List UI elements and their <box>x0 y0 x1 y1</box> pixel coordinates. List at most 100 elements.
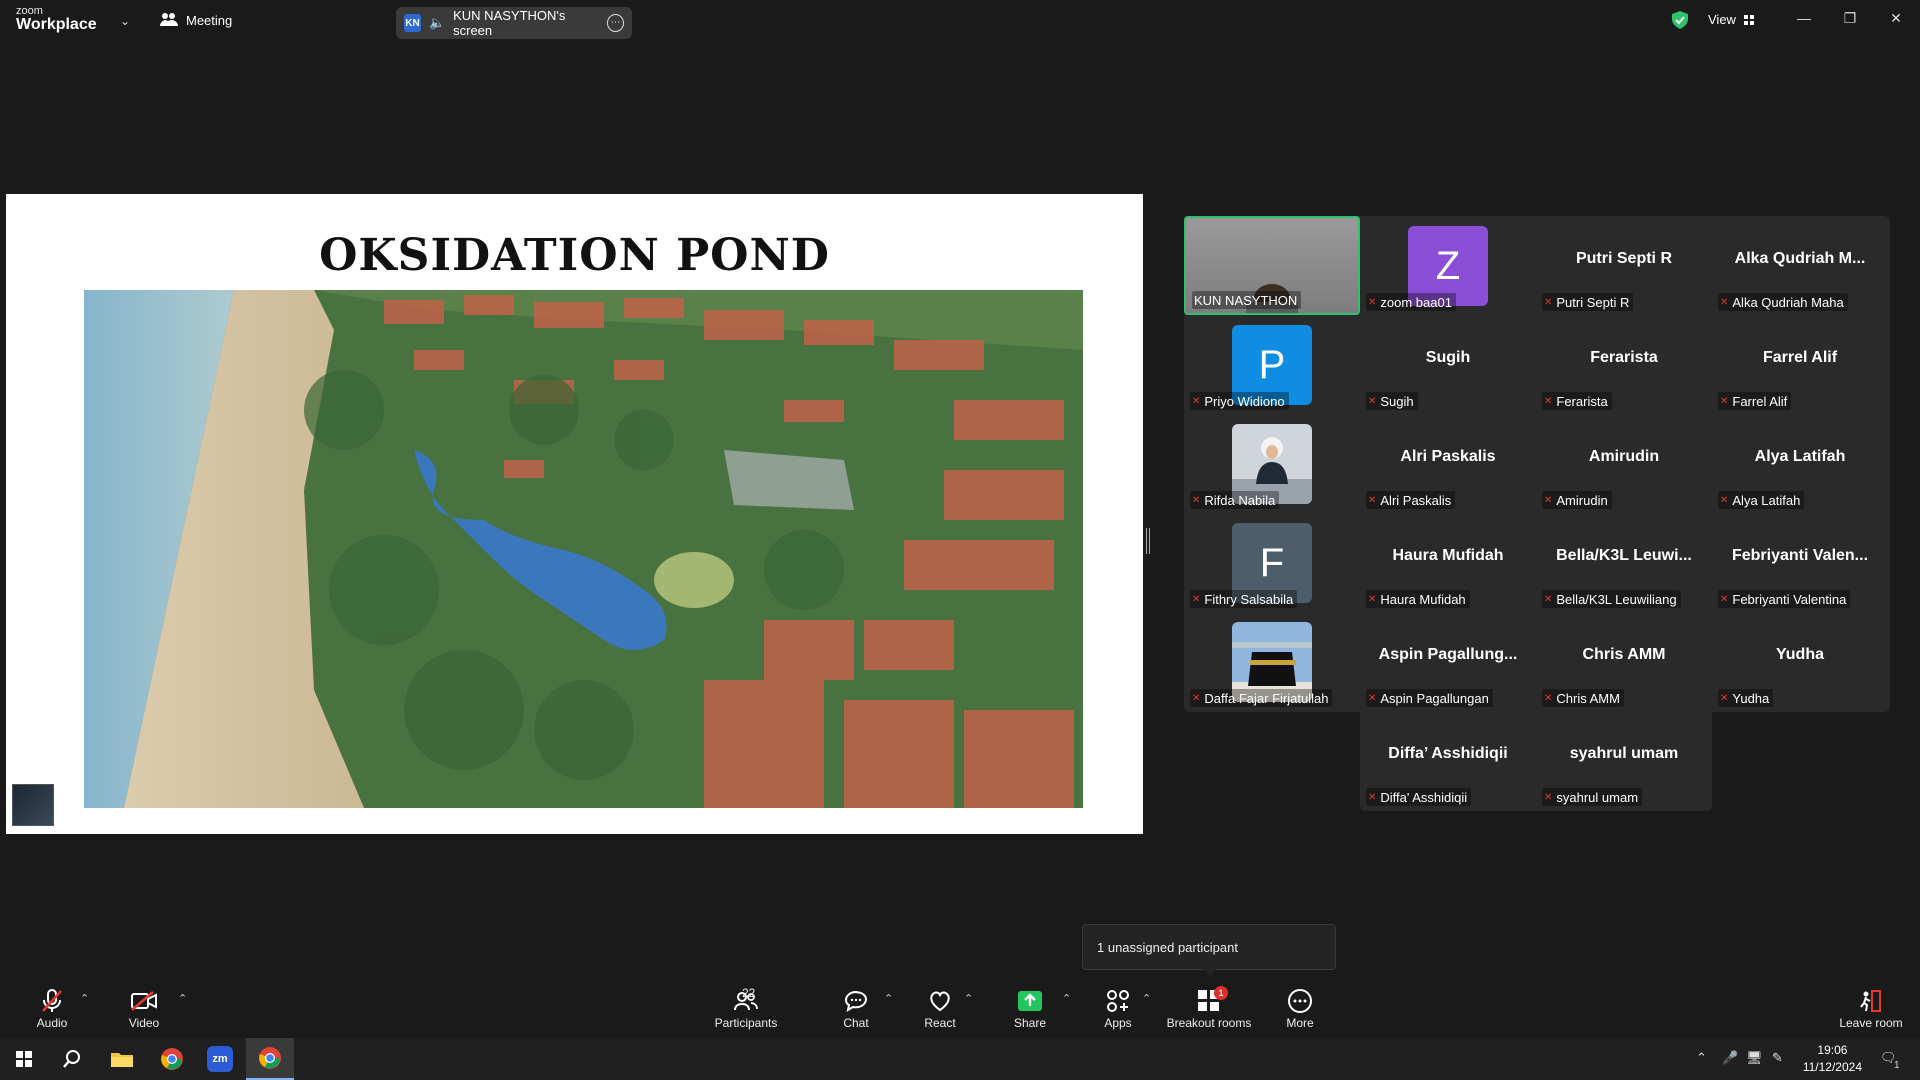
participants-count: 22 <box>742 986 756 1000</box>
tray-overflow-chevron-icon[interactable]: ⌃ <box>1696 1050 1707 1066</box>
apps-options-caret-icon[interactable]: ⌃ <box>1142 992 1151 1005</box>
participant-name-label: ✕ Rifda Nabila <box>1190 491 1280 509</box>
chevron-down-icon[interactable]: ⌄ <box>120 14 130 28</box>
participant-tile[interactable]: P ✕ Priyo Widiono <box>1184 315 1360 414</box>
participant-tile[interactable]: Alka Qudriah M... ✕ Alka Qudriah Maha <box>1712 216 1888 315</box>
mic-muted-icon: ✕ <box>1192 395 1201 407</box>
shared-screen[interactable]: OKSIDATION POND <box>6 194 1143 834</box>
audio-button[interactable]: Audio <box>28 988 76 1030</box>
participant-tile[interactable]: Farrel Alif ✕ Farrel Alif <box>1712 315 1888 414</box>
participant-tile[interactable]: KUN NASYTHON <box>1184 216 1360 315</box>
view-button[interactable]: View <box>1708 12 1754 27</box>
participant-tile[interactable]: Alri Paskalis ✕ Alri Paskalis <box>1360 414 1536 513</box>
more-label: More <box>1286 1016 1314 1030</box>
tray-microphone-icon[interactable]: 🎤 <box>1722 1050 1738 1066</box>
participant-name-label: ✕ Bella/K3L Leuwiliang <box>1542 590 1681 608</box>
participant-display-name: Putri Septi R <box>1575 250 1672 267</box>
participant-tile[interactable]: Diffa’ Asshidiqii ✕ Diffa' Asshidiqii <box>1360 711 1536 810</box>
participant-tile[interactable]: Sugih ✕ Sugih <box>1360 315 1536 414</box>
participant-name-label: ✕ Ferarista <box>1542 392 1612 410</box>
security-shield-icon[interactable] <box>1672 11 1688 29</box>
participant-tile[interactable]: Bella/K3L Leuwi... ✕ Bella/K3L Leuwiliang <box>1536 513 1712 612</box>
zoom-app-icon[interactable]: zm <box>196 1038 244 1080</box>
participant-tile[interactable]: F ✕ Fithry Salsabila <box>1184 513 1360 612</box>
participant-name-label: ✕ Sugih <box>1366 392 1418 410</box>
windows-start-icon[interactable] <box>0 1038 48 1080</box>
participant-tile[interactable]: Z ✕ zoom baa01 <box>1360 216 1536 315</box>
share-options-caret-icon[interactable]: ⌃ <box>1062 992 1071 1005</box>
participant-name: Alya Latifah <box>1732 492 1801 508</box>
chrome-icon[interactable] <box>148 1038 196 1080</box>
resize-splitter[interactable] <box>1146 528 1150 554</box>
participant-name-label: ✕ Alya Latifah <box>1718 491 1805 509</box>
share-button[interactable]: Share <box>1006 988 1054 1030</box>
tray-network-icon[interactable]: 🖥 <box>1746 1050 1763 1066</box>
participant-tile[interactable]: Yudha ✕ Yudha <box>1712 612 1888 711</box>
participant-name-label: ✕ Alri Paskalis <box>1366 491 1456 509</box>
taskbar-clock[interactable]: 19:06 11/12/2024 <box>1803 1042 1862 1076</box>
video-button[interactable]: Video <box>120 988 168 1030</box>
title-bar: zoom Workplace ⌄ Meeting KN 🔈 KUN NASYTH… <box>0 0 1920 44</box>
video-options-caret-icon[interactable]: ⌃ <box>178 992 187 1005</box>
leave-room-button[interactable]: Leave room <box>1836 988 1906 1030</box>
mic-muted-icon: ✕ <box>1192 494 1201 506</box>
file-explorer-icon[interactable] <box>98 1038 146 1080</box>
mic-muted-icon: ✕ <box>1368 791 1377 803</box>
participant-name: Sugih <box>1380 393 1414 409</box>
video-label: Video <box>128 1016 160 1030</box>
apps-button[interactable]: Apps <box>1096 988 1140 1030</box>
participant-display-name: Yudha <box>1775 646 1824 663</box>
participant-tile[interactable]: Alya Latifah ✕ Alya Latifah <box>1712 414 1888 513</box>
restore-icon[interactable]: ❐ <box>1840 10 1860 27</box>
presenter-initials: KN <box>404 14 421 32</box>
participant-tile[interactable]: Febriyanti Valen... ✕ Febriyanti Valentina <box>1712 513 1888 612</box>
close-icon[interactable]: ✕ <box>1886 10 1906 27</box>
more-button[interactable]: More <box>1278 988 1322 1030</box>
meeting-info-button[interactable]: Meeting <box>160 12 232 28</box>
mic-muted-icon: ✕ <box>1544 692 1553 704</box>
participant-tile[interactable]: Haura Mufidah ✕ Haura Mufidah <box>1360 513 1536 612</box>
presenter-thumbnail <box>12 784 54 826</box>
react-button[interactable]: React <box>918 988 962 1030</box>
clock-date: 11/12/2024 <box>1802 1060 1862 1074</box>
participant-display-name: Bella/K3L Leuwi... <box>1556 547 1692 564</box>
chrome-active-window-icon[interactable] <box>246 1038 294 1080</box>
participant-tile[interactable]: Amirudin ✕ Amirudin <box>1536 414 1712 513</box>
participant-display-name: Alka Qudriah M... <box>1734 250 1866 267</box>
minimize-icon[interactable]: — <box>1794 10 1814 26</box>
breakout-rooms-button[interactable]: 1 Breakout rooms <box>1166 986 1252 1030</box>
search-icon[interactable] <box>48 1038 96 1080</box>
chat-button[interactable]: Chat <box>832 988 880 1030</box>
participant-tile[interactable]: syahrul umam ✕ syahrul umam <box>1536 711 1712 810</box>
participants-button[interactable]: 22 Participants <box>712 986 780 1030</box>
react-options-caret-icon[interactable]: ⌃ <box>964 992 973 1005</box>
participant-name-label: ✕ Farrel Alif <box>1718 392 1792 410</box>
tray-pen-icon[interactable]: ✎ <box>1772 1050 1783 1066</box>
participant-tile[interactable]: Aspin Pagallung... ✕ Aspin Pagallungan <box>1360 612 1536 711</box>
clock-time: 19:06 <box>1817 1043 1848 1057</box>
participant-name: Diffa' Asshidiqii <box>1380 789 1468 805</box>
audio-options-caret-icon[interactable]: ⌃ <box>80 992 89 1005</box>
participant-name: Alri Paskalis <box>1380 492 1452 508</box>
mic-muted-icon: ✕ <box>1720 593 1729 605</box>
zoom-workplace-logo[interactable]: zoom Workplace <box>16 6 97 33</box>
participant-tile[interactable]: Chris AMM ✕ Chris AMM <box>1536 612 1712 711</box>
tooltip-text: 1 unassigned participant <box>1097 939 1238 955</box>
mic-muted-icon: ✕ <box>1368 692 1377 704</box>
participant-tile[interactable]: ✕ Daffa Fajar Firjatullah <box>1184 612 1360 711</box>
participant-name: Putri Septi R <box>1556 294 1630 310</box>
mic-muted-icon: ✕ <box>1720 296 1729 308</box>
participant-tile[interactable]: Ferarista ✕ Ferarista <box>1536 315 1712 414</box>
mic-muted-icon: ✕ <box>1544 395 1553 407</box>
participant-display-name: Febriyanti Valen... <box>1731 547 1869 564</box>
chat-options-caret-icon[interactable]: ⌃ <box>884 992 893 1005</box>
more-options-icon[interactable]: ⋯ <box>606 14 624 32</box>
participant-tile[interactable]: Putri Septi R ✕ Putri Septi R <box>1536 216 1712 315</box>
share-label: Share <box>1013 1016 1047 1030</box>
meeting-label: Meeting <box>186 12 233 28</box>
participant-display-name: syahrul umam <box>1569 745 1679 762</box>
screen-share-pill[interactable]: KN 🔈 KUN NASYTHON's screen ⋯ <box>396 7 632 39</box>
participant-display-name: Aspin Pagallung... <box>1378 646 1518 663</box>
apps-label: Apps <box>1104 1016 1132 1030</box>
participant-tile[interactable]: ✕ Rifda Nabila <box>1184 414 1360 513</box>
